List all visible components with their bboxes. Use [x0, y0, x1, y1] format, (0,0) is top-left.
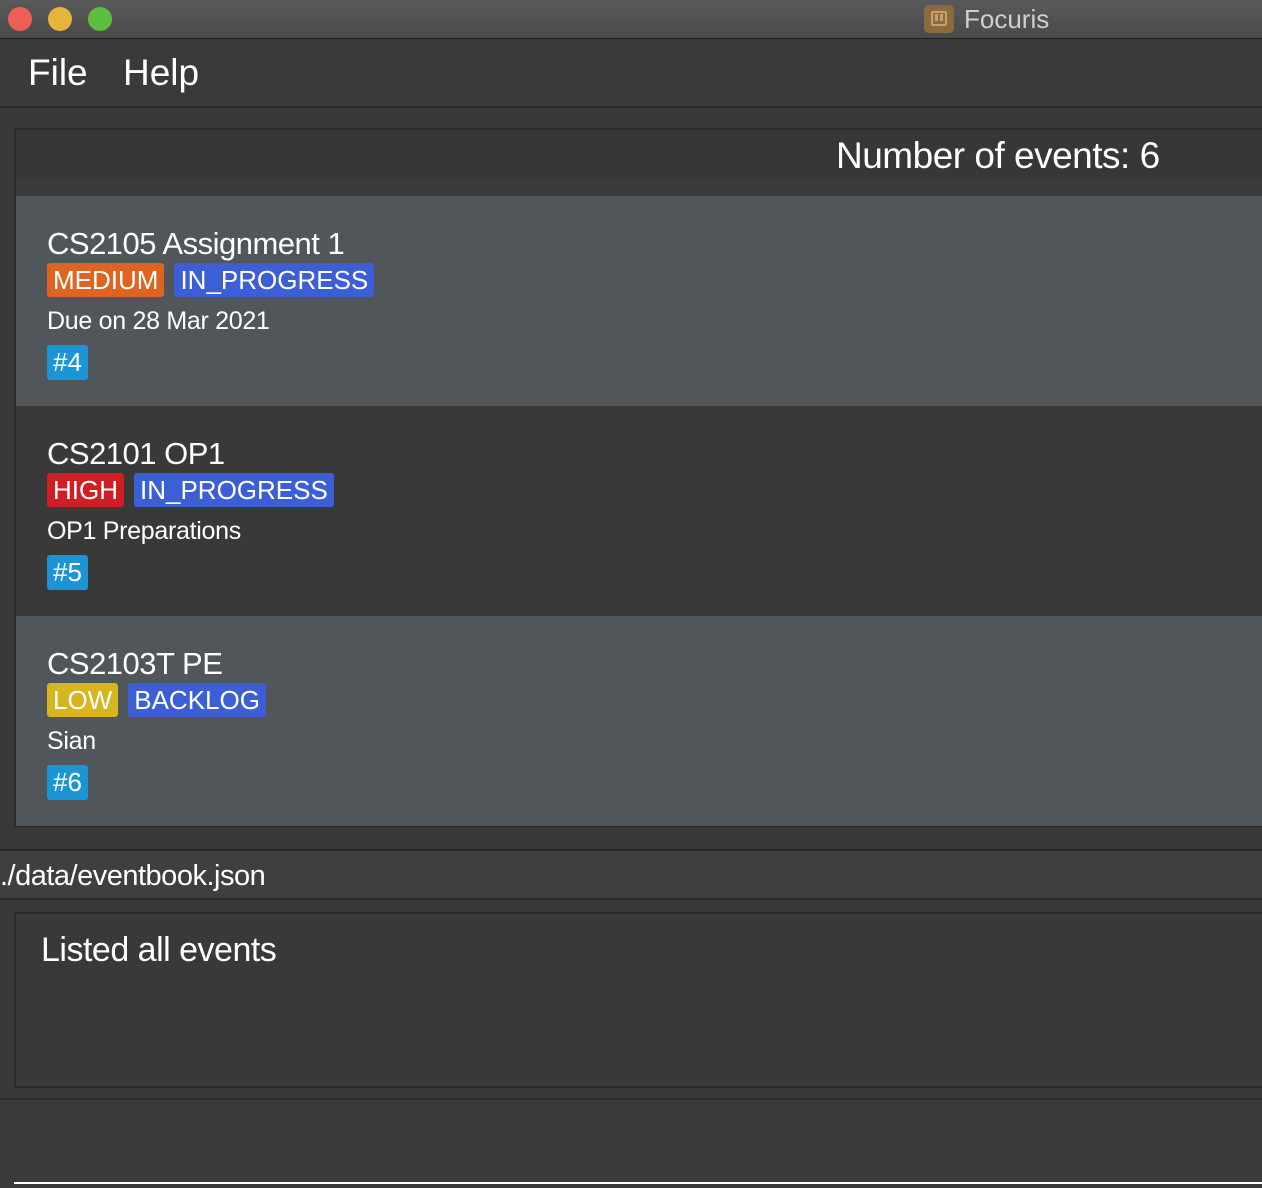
- event-list-header: Number of events: 6: [16, 130, 1262, 178]
- priority-badge: MEDIUM: [47, 263, 165, 297]
- result-display[interactable]: Listed all events: [14, 912, 1262, 1088]
- window-title: Focuris: [964, 4, 1050, 34]
- event-title: CS2101 OP1: [47, 436, 225, 471]
- priority-badge: LOW: [47, 683, 119, 717]
- event-tags: LOW BACKLOG: [47, 683, 266, 717]
- status-bar: ./data/eventbook.json: [0, 849, 1262, 900]
- event-tags: HIGH IN_PROGRESS: [47, 473, 334, 507]
- result-message: Listed all events: [41, 931, 277, 969]
- app-logo-icon: [924, 5, 954, 33]
- event-count: Number of events: 6: [836, 135, 1160, 176]
- menu-file[interactable]: File: [28, 51, 88, 95]
- event-title: CS2103T PE: [47, 646, 223, 681]
- event-description: OP1 Preparations: [47, 517, 241, 545]
- app-window: Focuris File Help Number of events: 6 CS…: [0, 0, 1262, 1188]
- status-badge: IN_PROGRESS: [174, 263, 375, 297]
- event-list-panel[interactable]: Number of events: 6 CS2105 Assignment 1 …: [14, 128, 1262, 827]
- event-tags: MEDIUM IN_PROGRESS: [47, 263, 375, 297]
- status-badge: BACKLOG: [128, 683, 266, 717]
- priority-badge: HIGH: [47, 473, 124, 507]
- minimize-window-button[interactable]: [48, 7, 72, 31]
- event-description: Due on 28 Mar 2021: [47, 307, 270, 335]
- command-input[interactable]: [14, 1100, 1262, 1184]
- event-card[interactable]: CS2101 OP1 HIGH IN_PROGRESS OP1 Preparat…: [16, 406, 1262, 616]
- event-title: CS2105 Assignment 1: [47, 226, 345, 261]
- menu-bar: File Help: [0, 39, 1262, 108]
- close-window-button[interactable]: [8, 7, 32, 31]
- event-id-badge: #4: [47, 345, 88, 380]
- event-id-badge: #6: [47, 765, 88, 800]
- status-badge: IN_PROGRESS: [134, 473, 334, 507]
- event-description: Sian: [47, 727, 96, 755]
- event-card[interactable]: CS2103T PE LOW BACKLOG Sian #6: [16, 616, 1262, 826]
- data-file-path: ./data/eventbook.json: [0, 860, 266, 892]
- command-box: [0, 1098, 1262, 1188]
- menu-help[interactable]: Help: [123, 51, 199, 95]
- title-bar: Focuris: [0, 0, 1262, 39]
- maximize-window-button[interactable]: [88, 7, 112, 31]
- event-card[interactable]: CS2105 Assignment 1 MEDIUM IN_PROGRESS D…: [16, 196, 1262, 406]
- event-id-badge: #5: [47, 555, 88, 590]
